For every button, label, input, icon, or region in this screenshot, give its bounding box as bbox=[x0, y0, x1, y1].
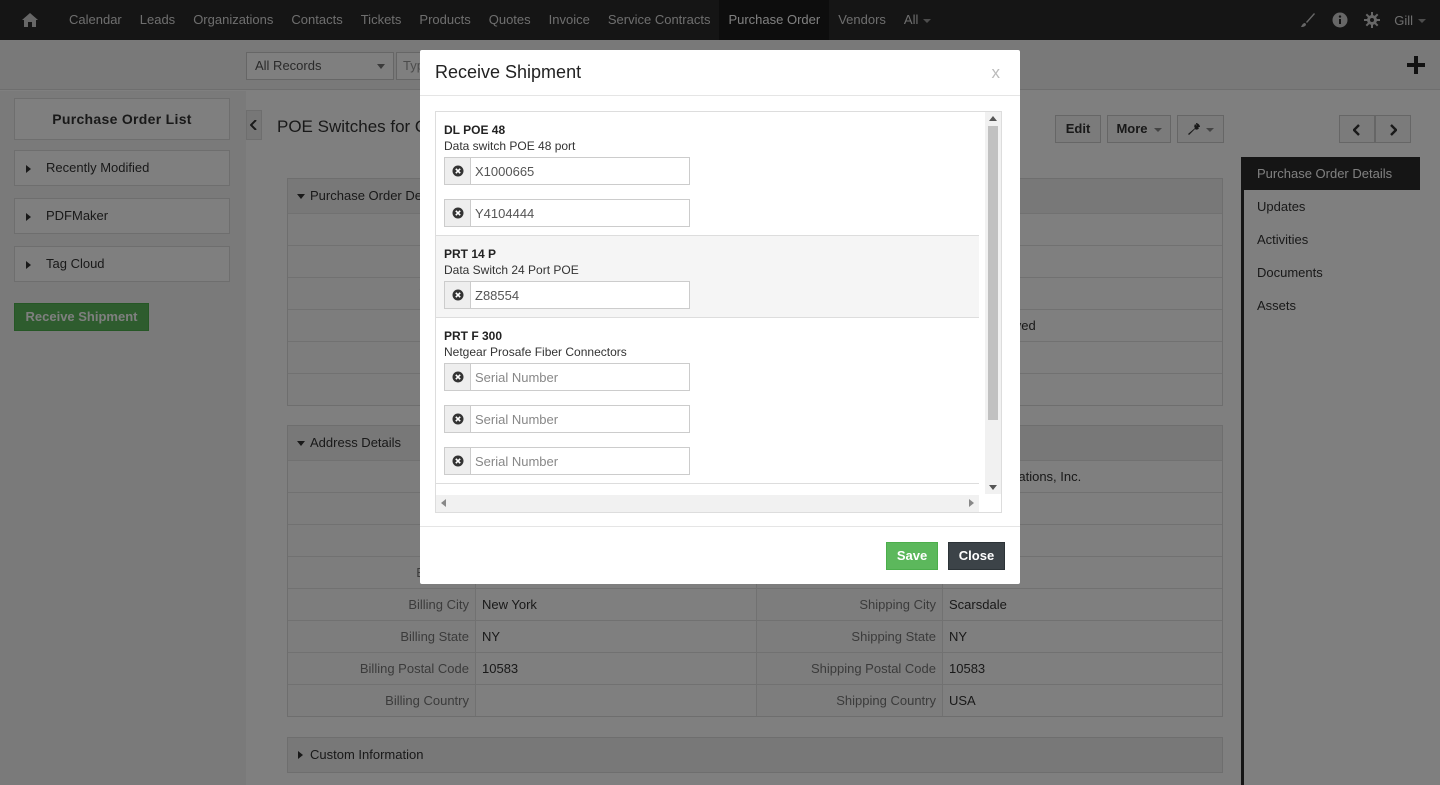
remove-serial-button[interactable] bbox=[444, 281, 471, 309]
serial-number-input[interactable] bbox=[471, 363, 690, 391]
remove-serial-button[interactable] bbox=[444, 405, 471, 433]
modal-body: DL POE 48 Data switch POE 48 port PRT 14… bbox=[435, 111, 1002, 513]
remove-circle-icon bbox=[452, 371, 463, 383]
scroll-down-icon[interactable] bbox=[989, 485, 997, 490]
serial-number-input[interactable] bbox=[471, 405, 690, 433]
remove-circle-icon bbox=[452, 455, 463, 467]
item-code: PRT 14 P bbox=[444, 247, 497, 261]
scrollbar-thumb[interactable] bbox=[988, 126, 998, 420]
serial-row bbox=[444, 281, 690, 309]
item-description: Data Switch 24 Port POE bbox=[444, 263, 579, 277]
shipment-item: PRT 14 P Data Switch 24 Port POE bbox=[436, 236, 979, 318]
item-code: DL POE 48 bbox=[444, 123, 506, 137]
modal-footer: Save Close bbox=[420, 526, 1020, 584]
serial-number-input[interactable] bbox=[471, 447, 690, 475]
remove-circle-icon bbox=[452, 165, 463, 177]
serial-row bbox=[444, 363, 690, 391]
save-button[interactable]: Save bbox=[886, 542, 938, 570]
remove-circle-icon bbox=[452, 413, 463, 425]
horizontal-scrollbar[interactable] bbox=[436, 495, 979, 512]
item-description: Data switch POE 48 port bbox=[444, 139, 576, 153]
serial-row bbox=[444, 447, 690, 475]
modal-title: Receive Shipment bbox=[435, 62, 582, 82]
item-code: PRT F 300 bbox=[444, 329, 503, 343]
scroll-left-icon[interactable] bbox=[441, 499, 446, 507]
item-description: Netgear Prosafe Fiber Connectors bbox=[444, 345, 627, 359]
remove-circle-icon bbox=[452, 289, 463, 301]
remove-serial-button[interactable] bbox=[444, 363, 471, 391]
serial-number-input[interactable] bbox=[471, 157, 690, 185]
serial-row bbox=[444, 199, 690, 227]
vertical-scrollbar[interactable] bbox=[985, 112, 1001, 494]
items-scroll-area[interactable]: DL POE 48 Data switch POE 48 port PRT 14… bbox=[436, 112, 979, 494]
shipment-item: PRT F 300 Netgear Prosafe Fiber Connecto… bbox=[436, 318, 979, 484]
modal-header: Receive Shipment x bbox=[420, 50, 1020, 96]
scroll-right-icon[interactable] bbox=[969, 499, 974, 507]
serial-row bbox=[444, 157, 690, 185]
remove-serial-button[interactable] bbox=[444, 157, 471, 185]
close-button[interactable]: Close bbox=[948, 542, 1005, 570]
scroll-up-icon[interactable] bbox=[989, 116, 997, 121]
remove-circle-icon bbox=[452, 207, 463, 219]
serial-row bbox=[444, 405, 690, 433]
receive-shipment-modal: Receive Shipment x DL POE 48 Data switch… bbox=[420, 50, 1020, 584]
shipment-item: DL POE 48 Data switch POE 48 port bbox=[436, 112, 979, 236]
remove-serial-button[interactable] bbox=[444, 447, 471, 475]
close-icon[interactable]: x bbox=[992, 63, 1001, 83]
serial-number-input[interactable] bbox=[471, 281, 690, 309]
remove-serial-button[interactable] bbox=[444, 199, 471, 227]
serial-number-input[interactable] bbox=[471, 199, 690, 227]
